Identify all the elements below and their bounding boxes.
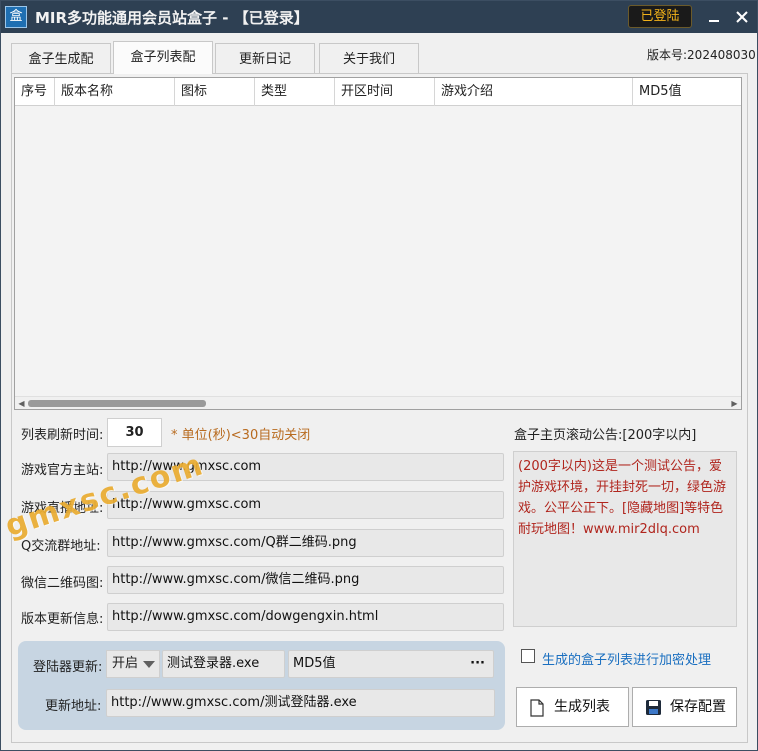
app-icon: 盒 <box>5 6 27 28</box>
chevron-down-icon <box>143 661 155 668</box>
generate-list-label: 生成列表 <box>554 699 610 715</box>
window-title: MIR多功能通用会员站盒子 - 【已登录】 <box>35 9 309 27</box>
generate-list-button[interactable]: 生成列表 <box>516 687 629 727</box>
launcher-md5-input[interactable]: MD5值 ··· <box>288 650 494 678</box>
grid-header: 序号 版本名称 图标 类型 开区时间 游戏介绍 MD5值 <box>15 78 741 106</box>
column-header-version-name[interactable]: 版本名称 <box>55 78 175 106</box>
launcher-update-state: 开启 <box>112 656 139 671</box>
tab-update-log[interactable]: 更新日记 <box>215 43 315 73</box>
update-url-input[interactable]: http://www.gmxsc.com/测试登陆器.exe <box>106 689 495 717</box>
column-header-md5[interactable]: MD5值 <box>633 78 741 106</box>
close-icon-glyph <box>736 11 748 23</box>
column-header-type[interactable]: 类型 <box>255 78 335 106</box>
wechat-qr-label: 微信二维码图: <box>21 576 104 591</box>
official-site-label: 游戏官方主站: <box>21 463 104 478</box>
launcher-update-label: 登陆器更新: <box>33 660 103 675</box>
live-stream-input[interactable]: http://www.gmxsc.com <box>107 491 504 519</box>
tab-box-generate[interactable]: 盒子生成配 <box>11 43 111 73</box>
scrollbar-thumb[interactable] <box>28 400 206 407</box>
app-window: 盒 MIR多功能通用会员站盒子 - 【已登录】 已登陆 版本号:20240803… <box>0 0 758 751</box>
column-header-icon[interactable]: 图标 <box>175 78 255 106</box>
update-info-input[interactable]: http://www.gmxsc.com/dowgengxin.html <box>107 603 504 631</box>
update-url-label: 更新地址: <box>45 699 102 714</box>
column-header-index[interactable]: 序号 <box>15 78 55 106</box>
floppy-disk-icon <box>646 700 661 715</box>
launcher-md5-value: MD5值 <box>293 656 336 671</box>
document-icon <box>530 699 544 717</box>
qq-group-input[interactable]: http://www.gmxsc.com/Q群二维码.png <box>107 529 504 557</box>
refresh-time-input[interactable]: 30 <box>107 418 162 447</box>
refresh-time-label: 列表刷新时间: <box>21 428 104 443</box>
launcher-file-input[interactable]: 测试登录器.exe <box>162 650 285 678</box>
minimize-icon[interactable] <box>704 7 724 27</box>
encrypt-checkbox[interactable] <box>521 649 535 663</box>
save-config-button[interactable]: 保存配置 <box>632 687 737 727</box>
scroll-notice-textarea[interactable]: (200字以内)这是一个测试公告，爱护游戏环境，开挂封死一切，绿色游戏。公平公正… <box>513 451 737 627</box>
grid-horizontal-scrollbar[interactable]: ◀ ▶ <box>15 396 741 409</box>
title-bar[interactable]: 盒 MIR多功能通用会员站盒子 - 【已登录】 已登陆 <box>1 1 757 33</box>
tab-about-us[interactable]: 关于我们 <box>319 43 419 73</box>
login-status-badge[interactable]: 已登陆 <box>628 5 692 28</box>
live-stream-label: 游戏直播地址: <box>21 501 104 516</box>
version-label: 版本号:202408030 <box>647 48 756 62</box>
box-list-grid[interactable]: 序号 版本名称 图标 类型 开区时间 游戏介绍 MD5值 ◀ ▶ <box>14 77 742 410</box>
minimize-icon-glyph <box>709 20 719 22</box>
refresh-time-hint: * 单位(秒)<30自动关闭 <box>171 428 311 443</box>
column-header-open-time[interactable]: 开区时间 <box>335 78 435 106</box>
scroll-right-arrow-icon[interactable]: ▶ <box>728 397 741 410</box>
qq-group-label: Q交流群地址: <box>21 539 101 554</box>
tab-box-list[interactable]: 盒子列表配 <box>113 41 213 74</box>
scroll-notice-label: 盒子主页滚动公告:[200字以内] <box>514 428 697 443</box>
scroll-left-arrow-icon[interactable]: ◀ <box>15 397 28 410</box>
official-site-input[interactable]: http://www.gmxsc.com <box>107 453 504 481</box>
update-info-label: 版本更新信息: <box>21 612 104 627</box>
wechat-qr-input[interactable]: http://www.gmxsc.com/微信二维码.png <box>107 566 504 594</box>
save-config-label: 保存配置 <box>670 699 726 715</box>
close-icon[interactable] <box>732 7 752 27</box>
encrypt-checkbox-label[interactable]: 生成的盒子列表进行加密处理 <box>542 649 711 668</box>
launcher-update-select[interactable]: 开启 <box>106 650 160 678</box>
more-options-icon[interactable]: ··· <box>470 651 485 677</box>
column-header-game-intro[interactable]: 游戏介绍 <box>435 78 633 106</box>
